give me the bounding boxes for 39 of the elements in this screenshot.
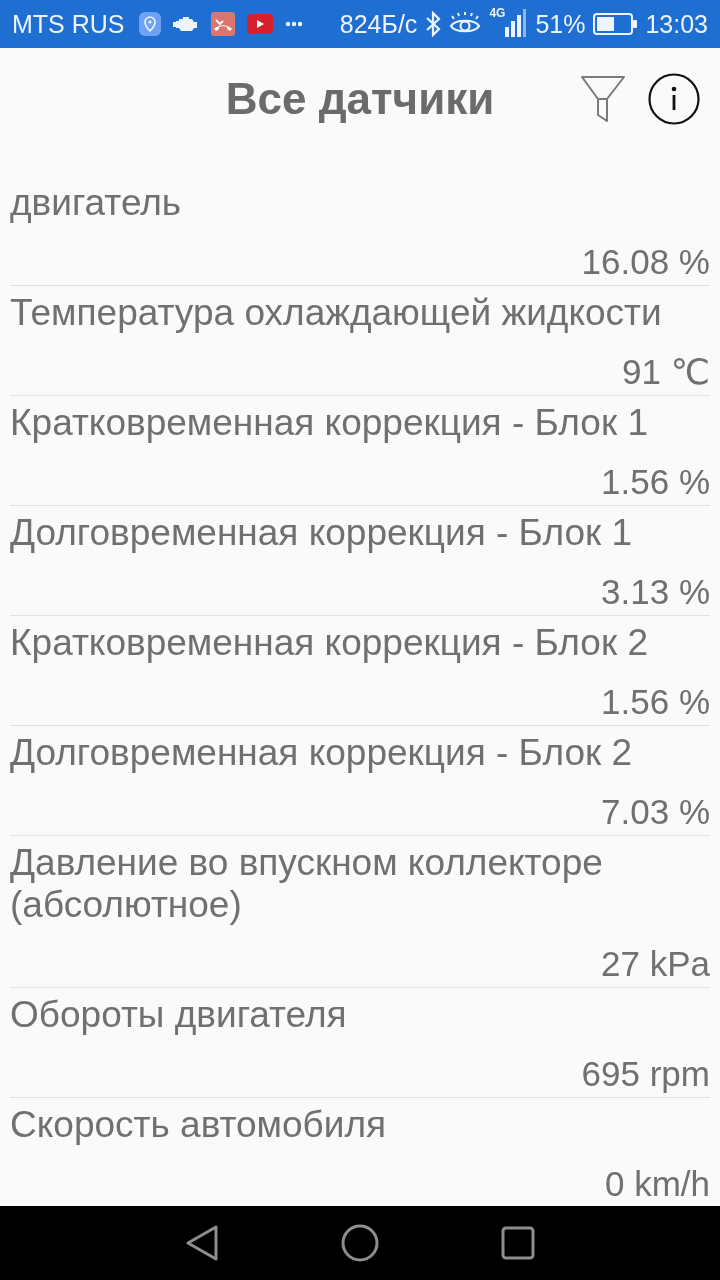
more-dots-icon (284, 21, 303, 27)
page-title: Все датчики (225, 74, 495, 124)
signal-icon (505, 7, 528, 37)
data-speed: 824Б/с (339, 9, 418, 39)
sensor-name: Давление во впускном коллекторе (абсолютное) (10, 842, 604, 926)
home-icon[interactable] (341, 1224, 379, 1262)
engine-icon (172, 15, 199, 33)
video-play-icon (246, 14, 273, 34)
sensor-value: 16.08 % (580, 242, 710, 282)
sensor-name: Кратковременная коррекция - Блок 2 (10, 622, 649, 664)
sensor-name: Кратковременная коррекция - Блок 1 (10, 402, 649, 444)
back-icon[interactable] (185, 1225, 219, 1261)
sensor-value: 7.03 % (600, 792, 710, 832)
battery-icon (593, 13, 638, 35)
bluetooth-icon (425, 11, 442, 37)
sensor-name: Долговременная коррекция - Блок 2 (10, 732, 634, 774)
sensor-name: Скорость автомобиля (10, 1104, 388, 1146)
missed-call-icon (210, 12, 235, 36)
funnel-icon (580, 75, 626, 123)
sensor-value: 1.56 % (600, 682, 710, 722)
recents-icon[interactable] (501, 1226, 535, 1260)
sensor-value: 1.56 % (600, 462, 710, 502)
filter-button[interactable] (580, 75, 626, 123)
sensor-value: 91 ℃ (621, 352, 710, 392)
sensor-value: 3.13 % (600, 572, 710, 612)
sensor-name: Обороты двигателя (10, 994, 348, 1036)
info-button[interactable] (648, 73, 700, 125)
location-pin-icon (138, 12, 161, 36)
sensor-name: Долговременная коррекция - Блок 1 (10, 512, 634, 554)
clock-time: 13:03 (645, 9, 708, 39)
carrier-name: MTS RUS (12, 9, 125, 39)
sensor-name: Температура охлаждающей жидкости (10, 292, 663, 334)
sensor-value: 0 km/h (603, 1164, 710, 1204)
sensor-value: 695 rpm (580, 1054, 710, 1094)
network-type: 4G (489, 7, 506, 19)
sensor-name: двигатель (10, 182, 183, 224)
sensor-value: 27 kPa (600, 944, 710, 984)
info-icon (648, 73, 700, 125)
battery-percent: 51% (535, 9, 586, 39)
